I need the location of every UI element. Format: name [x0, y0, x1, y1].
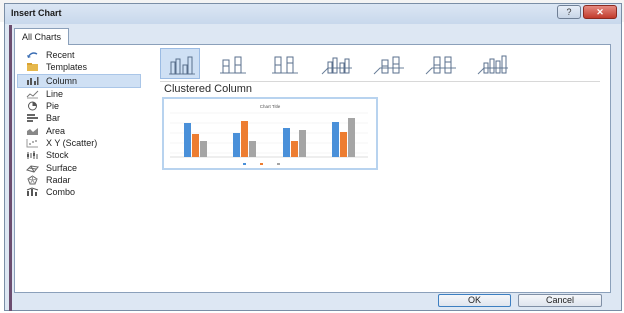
ok-button[interactable]: OK [438, 294, 511, 307]
subtype-title: Clustered Column [164, 83, 253, 95]
sidebar-item-surface[interactable]: Surface [18, 162, 140, 174]
subtype-100-stacked-column[interactable] [264, 48, 304, 79]
clustered-column-icon [169, 56, 195, 75]
surface-chart-icon [26, 165, 39, 173]
preview-series-2 [192, 121, 347, 157]
sidebar-item-label: Combo [46, 187, 76, 198]
subtype-3d-100-stacked-column[interactable] [420, 48, 460, 79]
folder-icon [27, 63, 38, 72]
dialog-content: Recent Templates Column Line Pie Bar Are… [14, 44, 611, 293]
sidebar-item-column[interactable]: Column [17, 73, 141, 88]
chart-preview-graphic: Chart Title [170, 104, 368, 165]
preview-legend [243, 163, 280, 165]
subtype-clustered-column[interactable] [160, 48, 200, 79]
sidebar-item-label: Bar [46, 113, 61, 124]
cancel-button[interactable]: Cancel [518, 294, 602, 307]
sidebar-item-pie[interactable]: Pie [18, 100, 140, 112]
dialog-title: Insert Chart [11, 8, 62, 18]
subtype-3d-column[interactable] [472, 48, 512, 79]
sidebar-item-label: Templates [46, 62, 88, 73]
tab-all-charts[interactable]: All Charts [14, 28, 70, 45]
chart-preview[interactable]: Chart Title [162, 97, 378, 170]
sidebar-item-label: Line [46, 88, 64, 99]
sidebar-item-stock[interactable]: Stock [18, 149, 140, 161]
subtype-gallery [160, 47, 600, 82]
subtype-stacked-column[interactable] [212, 48, 252, 79]
scatter-chart-icon [26, 139, 38, 148]
sidebar-item-radar[interactable]: Radar [18, 174, 140, 186]
radar-chart-icon [27, 175, 38, 185]
sidebar-item-label: Surface [46, 162, 78, 173]
dialog-buttons: OK Cancel [438, 294, 618, 308]
subtype-3d-clustered-column[interactable] [316, 48, 356, 79]
sidebar-item-area[interactable]: Area [18, 125, 140, 137]
sidebar-item-label: Area [46, 125, 66, 136]
preview-chart-title: Chart Title [260, 104, 281, 109]
stock-chart-icon [27, 151, 38, 160]
preview-series-3 [200, 118, 355, 157]
column-chart-icon [27, 76, 39, 85]
bar-chart-icon [27, 114, 38, 123]
pie-chart-icon [28, 101, 37, 111]
sidebar-item-label: Recent [46, 50, 75, 60]
title-bar: Insert Chart ? ✕ [5, 4, 621, 24]
sidebar-item-label: Pie [46, 101, 60, 112]
sidebar-item-label: Column [46, 75, 78, 86]
3d-clustered-column-icon [321, 57, 352, 75]
stacked-column-icon [220, 56, 246, 74]
subtype-3d-stacked-column[interactable] [368, 48, 408, 79]
sidebar-item-templates[interactable]: Templates [18, 61, 140, 73]
sidebar-item-label: Radar [46, 174, 71, 185]
stacked-100-column-icon [272, 56, 298, 74]
chart-type-sidebar: Recent Templates Column Line Pie Bar Are… [17, 49, 141, 199]
3d-100-stacked-column-icon [425, 56, 456, 75]
help-button[interactable]: ? [557, 5, 581, 19]
left-edge-strip [9, 25, 12, 311]
sidebar-item-label: X Y (Scatter) [46, 138, 98, 149]
3d-column-icon [477, 55, 508, 75]
sidebar-item-combo[interactable]: Combo [18, 186, 140, 198]
close-button[interactable]: ✕ [583, 5, 617, 19]
sidebar-item-line[interactable]: Line [18, 88, 140, 100]
chart-subtype-pane: Clustered Column Chart Title [148, 47, 608, 289]
line-chart-icon [26, 90, 39, 99]
sidebar-item-bar[interactable]: Bar [18, 112, 140, 124]
sidebar-item-recent[interactable]: Recent [18, 49, 140, 61]
combo-chart-icon [26, 187, 39, 197]
3d-stacked-column-icon [373, 56, 404, 75]
recent-icon [27, 52, 38, 58]
sidebar-item-label: Stock [46, 150, 69, 161]
insert-chart-dialog: Insert Chart ? ✕ All Charts Recent Templ… [4, 3, 622, 311]
preview-series-1 [184, 122, 339, 157]
sidebar-item-scatter[interactable]: X Y (Scatter) [18, 137, 140, 149]
area-chart-icon [27, 127, 38, 135]
